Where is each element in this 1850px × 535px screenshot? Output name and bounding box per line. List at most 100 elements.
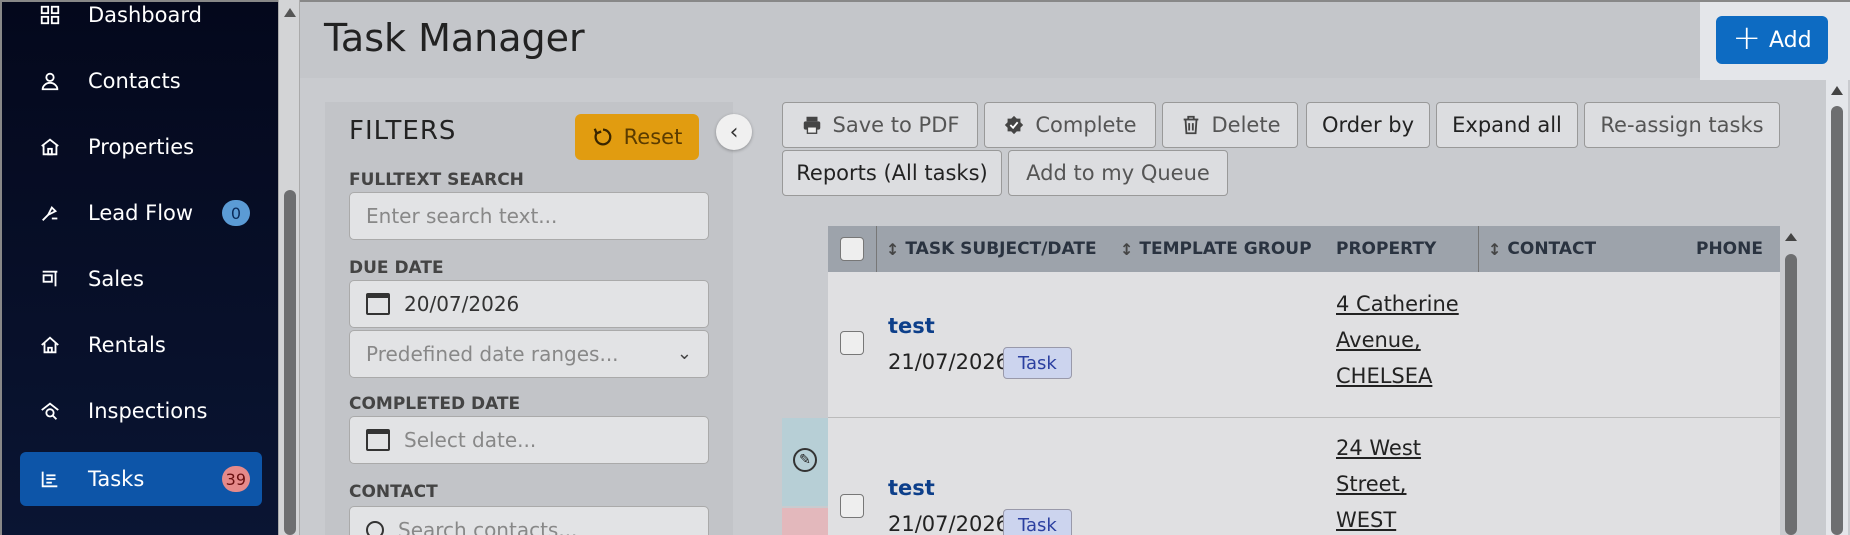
sidebar-item-lead-flow[interactable]: Lead Flow 0 [20,186,262,240]
page-header: Task Manager + Add [300,0,1850,80]
sidebar-scrollbar[interactable] [278,0,300,535]
table-header: ↕ TASK SUBJECT/DATE ↕ TEMPLATE GROUP PRO… [828,226,1780,272]
check-badge-icon [1005,115,1024,135]
fulltext-label: FULLTEXT SEARCH [349,170,524,190]
sidebar-item-tasks[interactable]: Tasks 39 [20,452,262,506]
row-expand-strip[interactable]: ✎ [782,418,828,506]
sort-icon: ↕ [1120,239,1134,259]
reports-button[interactable]: Reports (All tasks) [782,150,1002,196]
column-task-subject[interactable]: ↕ TASK SUBJECT/DATE [886,226,1097,272]
completed-date-input[interactable]: Select date... [349,416,709,464]
lead-flow-icon [34,202,66,224]
collapse-filters-button[interactable]: ‹ [716,114,752,150]
reassign-tasks-button[interactable]: Re-assign tasks [1584,102,1780,148]
chevron-left-icon: ‹ [729,119,739,145]
column-label: CONTACT [1507,239,1597,259]
sidebar-item-label: Inspections [88,399,208,423]
row-checkbox[interactable] [840,331,864,355]
task-subject-link[interactable]: test [888,476,935,500]
trash-icon [1183,115,1198,135]
property-line: 4 Catherine [1336,292,1459,316]
save-pdf-button[interactable]: Save to PDF [782,102,978,148]
reports-label: Reports (All tasks) [796,161,988,185]
property-line: CHELSEA [1336,364,1433,388]
add-area: + Add [1700,2,1850,80]
property-line: Avenue, [1336,328,1421,352]
dashboard-icon [34,4,66,26]
calendar-icon [366,429,390,451]
column-divider [876,226,877,272]
save-pdf-label: Save to PDF [832,113,960,137]
task-subject-link[interactable]: test [888,314,935,338]
reset-icon [593,128,612,146]
column-label: PHONE [1696,239,1763,259]
lead-flow-badge: 0 [222,200,250,226]
complete-button[interactable]: Complete [984,102,1156,148]
sort-icon: ↕ [886,239,900,259]
house-icon [34,136,66,158]
row-checkbox[interactable] [840,494,864,518]
reset-button[interactable]: Reset [575,114,699,160]
expand-all-button[interactable]: Expand all [1436,102,1578,148]
scroll-up-arrow-icon[interactable] [1831,86,1843,95]
sidebar-item-rentals[interactable]: Rentals [20,318,262,372]
date-range-select[interactable]: Predefined date ranges... ⌄ [349,330,709,378]
sidebar-item-label: Tasks [88,467,145,491]
delete-button[interactable]: Delete [1162,102,1298,148]
printer-icon [803,116,820,134]
property-link[interactable]: 24 West Street, WEST [1336,430,1421,535]
sidebar-item-properties[interactable]: Properties [20,120,262,174]
reset-label: Reset [623,125,683,149]
column-contact[interactable]: ↕ CONTACT [1488,226,1596,272]
sidebar-item-sales[interactable]: Sales [20,252,262,306]
calendar-icon [366,293,390,315]
due-date-label: DUE DATE [349,258,444,278]
reassign-label: Re-assign tasks [1600,113,1764,137]
select-all-checkbox[interactable] [840,237,864,261]
expand-all-label: Expand all [1452,113,1562,137]
select-all-cell [840,226,864,272]
complete-label: Complete [1035,113,1137,137]
scroll-up-arrow-icon[interactable] [284,8,296,17]
column-divider [1478,226,1479,272]
column-template-group[interactable]: ↕ TEMPLATE GROUP [1120,226,1312,272]
task-date: 21/07/2026 [888,512,1010,535]
sidebar-item-inspections[interactable]: Inspections [20,384,262,438]
sidebar-item-contacts[interactable]: Contacts [20,54,262,108]
page-scrollbar[interactable] [1826,78,1848,535]
sidebar-item-dashboard[interactable]: Dashboard [20,0,262,42]
property-line: Street, [1336,472,1407,496]
sidebar: Dashboard Contacts Properties Lead Flow … [0,0,278,535]
person-icon [34,70,66,92]
rental-house-icon [34,334,66,356]
scrollbar-thumb[interactable] [284,190,296,535]
add-to-queue-button[interactable]: Add to my Queue [1008,150,1228,196]
search-icon [366,521,384,535]
order-by-button[interactable]: Order by [1306,102,1430,148]
scroll-up-arrow-icon[interactable] [1785,233,1797,241]
row-status-strip [782,508,828,535]
property-link[interactable]: 4 Catherine Avenue, CHELSEA [1336,286,1459,394]
table-scrollbar[interactable] [1782,226,1800,535]
table-row: test 21/07/2026 Task 24 West Street, WES… [828,418,1780,535]
delete-label: Delete [1211,113,1281,137]
sidebar-item-label: Contacts [88,69,181,93]
tasks-icon [34,468,66,490]
property-line: WEST [1336,508,1397,532]
add-button[interactable]: + Add [1716,16,1828,64]
task-date: 21/07/2026 [888,350,1010,374]
contact-placeholder: Search contacts... [398,518,578,535]
property-line: 24 West [1336,436,1422,460]
tasks-badge: 39 [221,466,250,492]
inspection-icon [34,400,66,422]
scrollbar-thumb[interactable] [1785,254,1797,535]
order-by-label: Order by [1321,113,1415,137]
sort-icon: ↕ [1488,239,1502,259]
fulltext-search-input[interactable]: Enter search text... [349,192,709,240]
contact-search-input[interactable]: Search contacts... [349,506,709,535]
column-label: TEMPLATE GROUP [1139,239,1312,259]
due-date-input[interactable]: 20/07/2026 [349,280,709,328]
sales-sign-icon [34,268,66,290]
scrollbar-thumb[interactable] [1831,106,1843,535]
filters-title: FILTERS [349,116,457,146]
